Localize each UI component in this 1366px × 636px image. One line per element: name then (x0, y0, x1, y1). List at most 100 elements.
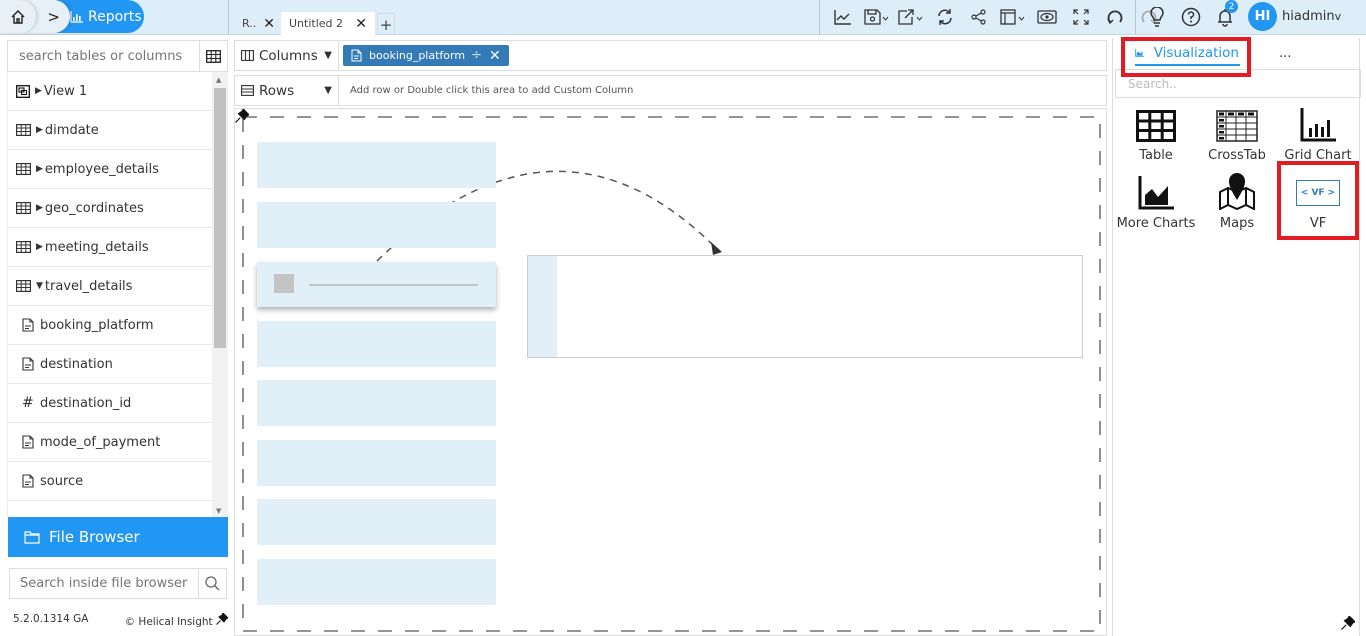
tree-column-item[interactable] (8, 501, 212, 517)
chevron-right-icon: > (47, 7, 60, 26)
scroll-thumb[interactable] (214, 88, 226, 348)
viz-table[interactable]: Table (1115, 102, 1197, 163)
fullscreen-icon (1073, 8, 1089, 25)
help-button[interactable] (1174, 0, 1208, 33)
undo-button[interactable] (1098, 0, 1132, 33)
caret-down-icon[interactable]: ▼ (36, 281, 43, 291)
file-search-button[interactable] (198, 569, 226, 598)
caret-right-icon[interactable]: ▶ (35, 86, 42, 96)
viz-maps[interactable]: Maps (1196, 170, 1278, 231)
placeholder-row (257, 380, 496, 426)
tree-item-label: geo_cordinates (44, 200, 144, 216)
table-icon (16, 280, 31, 292)
text-field-icon (22, 357, 34, 371)
columns-label: Columns (259, 47, 318, 64)
table-search (7, 40, 228, 72)
tree-scrollbar[interactable]: ▲ ▼ (212, 72, 228, 517)
rows-shelf-label[interactable]: Rows ▼ (235, 76, 339, 105)
placeholder-line (309, 284, 478, 286)
columns-icon (241, 50, 254, 61)
user-menu[interactable]: hiadminv (1282, 9, 1341, 24)
caret-down-icon[interactable]: ▼ (324, 50, 332, 61)
caret-right-icon[interactable]: ▶ (36, 125, 43, 135)
tree-table-item[interactable]: ▶ geo_cordinates (8, 189, 212, 228)
tree-table-item[interactable]: ▶ employee_details (8, 150, 212, 189)
tree-item-label: meeting_details (44, 239, 149, 255)
grid-icon (206, 49, 221, 63)
pin-icon[interactable] (235, 109, 249, 123)
close-icon[interactable]: ✕ (263, 16, 275, 32)
pin-icon[interactable] (1341, 616, 1355, 630)
save-button[interactable] (860, 0, 894, 33)
preview-button[interactable] (1030, 0, 1064, 33)
caret-right-icon[interactable]: ▶ (36, 203, 43, 213)
top-bar: > Reports R.. ✕ Untitled 2 ✕ + 2 HI hiad… (0, 0, 1366, 35)
rows-shelf[interactable]: Rows ▼ Add row or Double click this area… (234, 75, 1107, 106)
divide-icon[interactable]: ÷ (471, 48, 482, 63)
scroll-up-arrow[interactable]: ▲ (216, 76, 221, 84)
avatar[interactable]: HI (1248, 2, 1277, 31)
caret-down-icon[interactable]: ▼ (324, 85, 332, 96)
tree-item-label: dimdate (44, 122, 99, 138)
remove-pill-icon[interactable]: ✕ (489, 48, 501, 64)
chart-button[interactable] (826, 0, 860, 33)
column-pill[interactable]: booking_platform ÷ ✕ (343, 45, 509, 66)
pin-icon[interactable] (216, 613, 228, 625)
tree-column-item[interactable]: # destination_id (8, 384, 212, 423)
version-label: 5.2.0.1314 GA (13, 613, 89, 625)
tab-report[interactable]: R.. ✕ (236, 12, 281, 35)
table-icon (16, 163, 31, 175)
search-tables-input[interactable] (8, 41, 199, 71)
report-canvas[interactable] (234, 108, 1107, 636)
tree-table-item[interactable]: ▶ meeting_details (8, 228, 212, 267)
viz-grid-chart[interactable]: Grid Chart (1277, 102, 1359, 163)
tree-table-item[interactable]: ▶ dimdate (8, 111, 212, 150)
add-tab-button[interactable]: + (376, 13, 395, 35)
layout-button[interactable] (996, 0, 1030, 33)
tree-column-item[interactable]: mode_of_payment (8, 423, 212, 462)
columns-shelf-label[interactable]: Columns ▼ (235, 41, 339, 70)
tree-table-item[interactable]: ▶ View 1 (8, 72, 212, 111)
crosstab-icon (1216, 110, 1258, 142)
column-pill-label: booking_platform (369, 49, 466, 62)
header-right: 2 HI hiadminv (1140, 0, 1341, 33)
tab-untitled-2[interactable]: Untitled 2 ✕ (280, 12, 375, 35)
breadcrumb-home[interactable] (0, 0, 36, 33)
help-icon (1181, 7, 1201, 26)
canvas-illustration (242, 116, 1101, 632)
highlight-vf (1277, 161, 1359, 240)
chevron-down-icon: v (1334, 10, 1342, 23)
viz-more-charts[interactable]: More Charts (1115, 170, 1197, 231)
tree-column-item[interactable]: destination (8, 345, 212, 384)
brand-name: Helical Insight (138, 616, 213, 628)
drop-zone-border (242, 116, 1101, 632)
share-icon (971, 8, 986, 25)
columns-shelf[interactable]: Columns ▼ booking_platform ÷ ✕ (234, 40, 1107, 71)
tips-button[interactable] (1140, 0, 1174, 33)
bar-chart-icon (70, 10, 83, 23)
scroll-down-arrow[interactable]: ▼ (216, 507, 221, 515)
table-icon (16, 124, 31, 136)
fullscreen-button[interactable] (1064, 0, 1098, 33)
number-field-icon: # (22, 395, 34, 411)
refresh-button[interactable] (928, 0, 962, 33)
file-browser-button[interactable]: File Browser (8, 517, 228, 557)
tree-table-item[interactable]: ▼ travel_details (8, 267, 212, 306)
export-button[interactable] (894, 0, 928, 33)
tree-item-label: booking_platform (40, 317, 154, 333)
caret-right-icon[interactable]: ▶ (36, 164, 43, 174)
viz-crosstab[interactable]: CrossTab (1196, 102, 1278, 163)
close-icon[interactable]: ✕ (355, 16, 367, 32)
grid-view-button[interactable] (199, 41, 227, 71)
report-tabs: R.. ✕ Untitled 2 ✕ + (236, 12, 395, 35)
folder-icon (24, 530, 40, 544)
viz-crosstab-label: CrossTab (1208, 148, 1266, 163)
dragged-row (257, 262, 496, 307)
file-search-input[interactable] (10, 569, 198, 598)
share-button[interactable] (962, 0, 996, 33)
tree-column-item[interactable]: booking_platform (8, 306, 212, 345)
caret-right-icon[interactable]: ▶ (36, 242, 43, 252)
tree-column-item[interactable]: source (8, 462, 212, 501)
notifications-button[interactable]: 2 (1208, 0, 1242, 33)
viz-maps-label: Maps (1219, 216, 1255, 231)
